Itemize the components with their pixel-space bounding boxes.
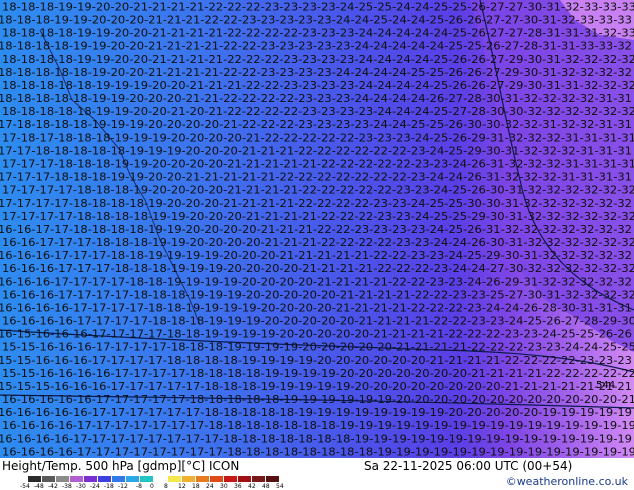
scale-label: 0 bbox=[150, 483, 154, 490]
scale-swatch bbox=[224, 476, 237, 482]
temperature-row: 15-15-15-16-16-16-17-17-17-17-17-18-18-1… bbox=[0, 381, 632, 393]
temperature-row: 16-16-17-17-18-18-18-18-19-19-20-20-20-2… bbox=[0, 224, 632, 236]
scale-swatch bbox=[98, 476, 111, 482]
scale-swatch bbox=[70, 476, 83, 482]
temperature-row: 16-16-16-17-17-17-17-18-18-18-19-19-19-2… bbox=[2, 289, 634, 301]
temperature-row: 17-18-18-18-18-19-19-19-20-20-20-20-21-2… bbox=[0, 119, 632, 131]
scale-label: 30 bbox=[220, 483, 228, 490]
scale-swatch bbox=[154, 476, 167, 482]
temperature-row: 16-16-16-16-17-17-17-17-17-17-17-18-18-1… bbox=[2, 420, 634, 432]
scale-label: -42 bbox=[48, 483, 58, 490]
temperature-row: 15-15-16-16-16-17-17-17-17-18-18-18-18-1… bbox=[0, 355, 632, 367]
color-scale: -54 -48 -42 -38 -30 -24 -18 -12 -8 0 8 12 18 24 30 36 42… bbox=[2, 473, 294, 490]
temperature-row: 17-17-17-18-18-18-19-19-20-20-21-21-21-2… bbox=[0, 172, 632, 184]
temperature-row: 15-15-16-16-16-17-17-17-17-18-18-18-19-1… bbox=[2, 342, 634, 354]
scale-label: 48 bbox=[262, 483, 270, 490]
credit-link[interactable]: ©weatheronline.co.uk bbox=[506, 475, 628, 488]
scale-label: -30 bbox=[76, 483, 86, 490]
map-panel: 18-18-18-19-19-20-20-21-21-21-21-22-22-2… bbox=[0, 0, 634, 458]
scale-label: 8 bbox=[164, 483, 168, 490]
temperature-row: 16-16-16-16-17-17-17-17-18-18-19-19-19-1… bbox=[0, 302, 632, 314]
temperature-row: 18-18-18-18-18-19-19-19-20-20-21-21-21-2… bbox=[2, 80, 634, 92]
scale-swatch bbox=[84, 476, 97, 482]
scale-label: 12 bbox=[178, 483, 186, 490]
temperature-row: 17-17-18-18-18-18-18-19-19-19-20-20-20-2… bbox=[0, 145, 632, 157]
scale-swatch bbox=[56, 476, 69, 482]
scale-label: 36 bbox=[234, 483, 242, 490]
scale-label: 18 bbox=[192, 483, 200, 490]
temperature-row: 16-16-16-16-17-17-17-17-17-17-17-17-18-1… bbox=[0, 433, 632, 445]
scale-swatch bbox=[238, 476, 251, 482]
temperature-row: 16-16-17-17-17-18-18-18-19-19-20-20-20-2… bbox=[2, 237, 634, 249]
temperature-row: 16-16-16-16-16-17-17-17-17-17-17-18-18-1… bbox=[0, 407, 632, 419]
scale-label: -48 bbox=[34, 483, 44, 490]
scale-swatch bbox=[182, 476, 195, 482]
temperature-map: 18-18-18-19-19-20-20-21-21-21-21-22-22-2… bbox=[0, 0, 634, 458]
temperature-row: 17-17-17-18-18-18-19-19-20-20-20-20-21-2… bbox=[2, 158, 634, 170]
temperature-row: 18-18-18-18-19-19-20-20-21-21-21-21-22-2… bbox=[2, 54, 634, 66]
temperature-row: 18-18-18-18-18-19-19-20-20-21-20-21-22-2… bbox=[2, 106, 634, 118]
temperature-row: 16-15-16-16-16-17-17-17-17-18-18-19-19-1… bbox=[0, 329, 632, 341]
temperature-row: 17-17-17-17-18-18-18-19-20-20-20-20-21-2… bbox=[2, 185, 634, 197]
temperature-row: 18-18-18-18-18-19-20-20-21-21-21-21-22-2… bbox=[0, 67, 632, 79]
temperature-row: 17-17-17-17-18-18-18-18-19-20-20-20-21-2… bbox=[0, 198, 632, 210]
height-marker-label: 544 bbox=[596, 380, 615, 391]
scale-swatch bbox=[266, 476, 279, 482]
valid-time: Sa 22-11-2025 06:00 UTC (00+54) bbox=[364, 459, 573, 473]
scale-label: 54 bbox=[276, 483, 284, 490]
temperature-row: 18-18-18-19-19-20-20-20-21-21-21-22-22-2… bbox=[0, 15, 632, 27]
temperature-row: 18-18-18-18-19-19-20-20-21-21-21-21-22-2… bbox=[0, 41, 632, 53]
scale-label: -18 bbox=[104, 483, 114, 490]
scale-swatch bbox=[126, 476, 139, 482]
temperature-row: 16-16-16-16-17-17-17-17-17-17-17-17-18-1… bbox=[2, 446, 634, 458]
scale-swatch bbox=[112, 476, 125, 482]
scale-label: 24 bbox=[206, 483, 214, 490]
scale-swatch bbox=[210, 476, 223, 482]
scale-label: -38 bbox=[62, 483, 72, 490]
scale-swatch bbox=[196, 476, 209, 482]
temperature-row: 15-15-16-16-16-16-17-17-17-17-18-18-18-1… bbox=[2, 368, 634, 380]
map-footer: Height/Temp. 500 hPa [gdmp][°C] ICON Sa … bbox=[0, 458, 634, 490]
scale-label: 42 bbox=[248, 483, 256, 490]
scale-label: -8 bbox=[136, 483, 142, 490]
temperature-row: 18-18-18-18-19-19-20-20-21-21-21-21-22-2… bbox=[2, 28, 634, 40]
temperature-row: 17-17-17-17-18-18-18-18-19-19-20-20-20-2… bbox=[2, 211, 634, 223]
scale-label: -54 bbox=[20, 483, 30, 490]
scale-swatch bbox=[42, 476, 55, 482]
temperature-row: 18-18-18-18-18-19-19-20-20-20-21-21-22-2… bbox=[0, 93, 632, 105]
map-title: Height/Temp. 500 hPa [gdmp][°C] ICON bbox=[2, 459, 240, 473]
scale-swatch bbox=[140, 476, 153, 482]
temperature-row: 16-16-16-16-17-17-17-17-18-18-18-19-19-1… bbox=[2, 316, 634, 328]
temperature-row: 17-18-17-18-18-18-19-19-19-20-20-20-20-2… bbox=[2, 132, 634, 144]
temperature-row: 16-16-16-17-17-17-17-18-18-19-19-19-19-2… bbox=[0, 276, 632, 288]
temperature-row: 16-16-16-17-17-17-18-18-19-19-19-19-20-2… bbox=[0, 250, 632, 262]
temperature-row: 16-16-16-16-16-17-17-17-17-17-18-18-18-1… bbox=[2, 394, 634, 406]
scale-swatch bbox=[28, 476, 41, 482]
temperature-row: 18-18-18-19-19-20-20-21-21-21-21-22-22-2… bbox=[2, 1, 634, 13]
scale-label: -24 bbox=[90, 483, 100, 490]
scale-swatch bbox=[168, 476, 181, 482]
scale-swatch bbox=[252, 476, 265, 482]
scale-label: -12 bbox=[118, 483, 128, 490]
temperature-row: 16-16-16-17-17-17-18-18-18-19-19-19-20-2… bbox=[2, 263, 634, 275]
